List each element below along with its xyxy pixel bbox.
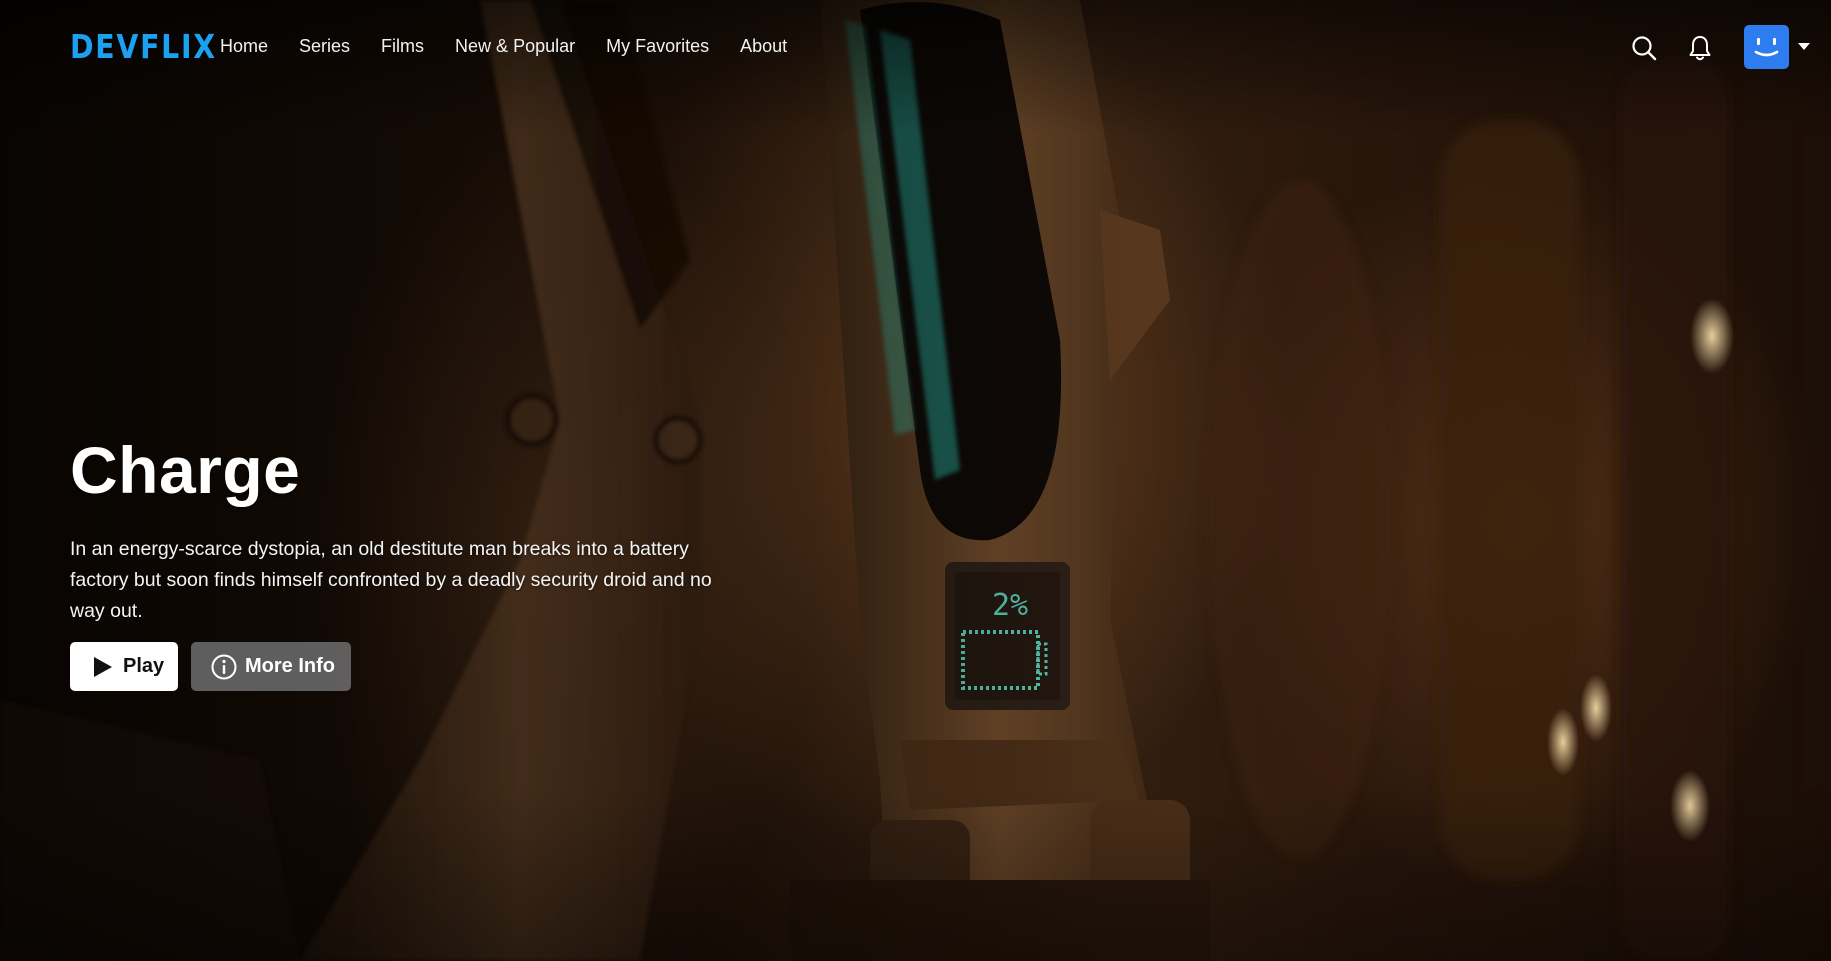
hero-description: In an energy-scarce dystopia, an old des…	[70, 538, 712, 622]
nav-link-films[interactable]: Films	[381, 36, 424, 57]
devflix-logo[interactable]: DEVFLIX	[70, 27, 217, 66]
nav-link-series[interactable]: Series	[299, 36, 350, 57]
play-icon	[94, 656, 112, 677]
smiley-face-icon	[1754, 38, 1779, 57]
more-info-button[interactable]: More Info	[191, 642, 351, 691]
search-icon[interactable]	[1630, 34, 1658, 62]
profile-avatar[interactable]	[1744, 25, 1789, 69]
play-button-label: Play	[123, 655, 165, 677]
info-icon	[211, 654, 237, 679]
play-button[interactable]: Play	[70, 642, 178, 691]
nav-link-my-favorites[interactable]: My Favorites	[606, 36, 709, 57]
nav-link-home[interactable]: Home	[220, 36, 268, 57]
top-navigation: DEVFLIX Home Series Films New & Popular …	[0, 0, 1831, 96]
hero-banner: 2% DEVFLIX Home Series Films New & Popul…	[0, 0, 1831, 961]
hero-title: Charge	[70, 433, 301, 507]
bell-icon[interactable]	[1686, 34, 1714, 62]
nav-links: Home Series Films New & Popular My Favor…	[220, 36, 818, 57]
profile-menu-caret-icon[interactable]	[1798, 43, 1810, 50]
nav-link-about[interactable]: About	[740, 36, 787, 57]
nav-link-new-popular[interactable]: New & Popular	[455, 36, 575, 57]
more-info-button-label: More Info	[245, 655, 335, 677]
